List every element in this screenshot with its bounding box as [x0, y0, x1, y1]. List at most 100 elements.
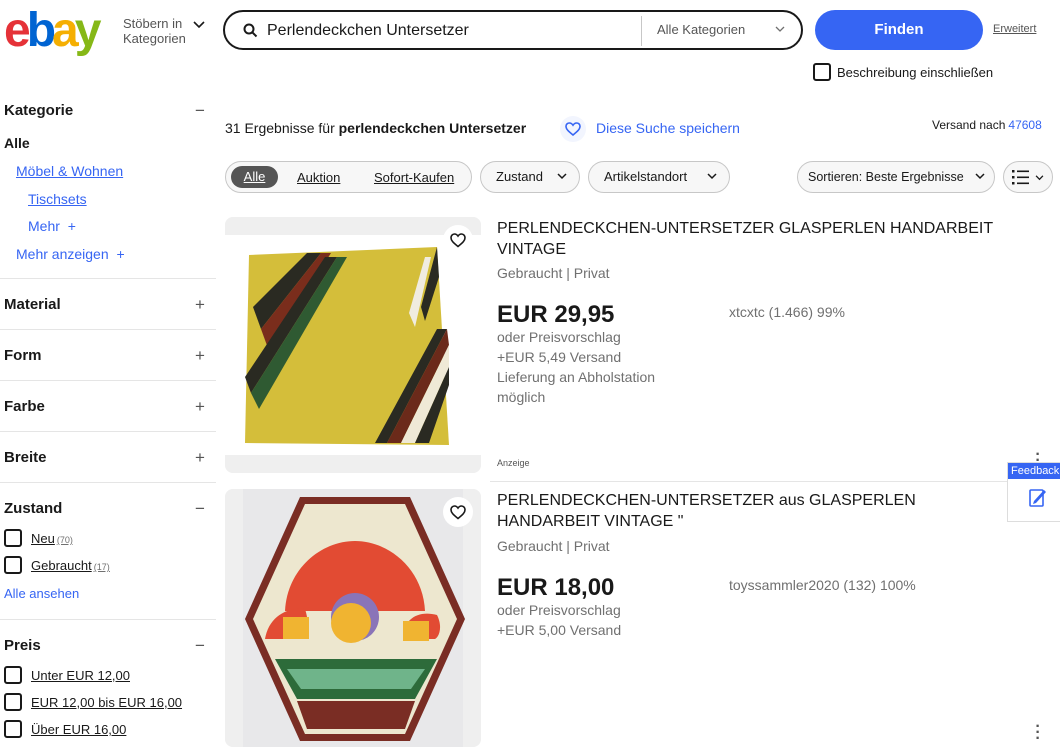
more-options-icon[interactable]: ··· — [1033, 719, 1043, 747]
item-title[interactable]: PERLENDECKCHEN-UNTERSETZER aus GLASPERLE… — [497, 490, 1017, 532]
price-section-title[interactable]: Preis — [4, 637, 41, 654]
feedback-widget[interactable]: Feedback — [1007, 462, 1060, 522]
item-condition: Gebraucht | Privat — [497, 538, 610, 554]
expand-icon[interactable]: + — [195, 295, 205, 315]
sidebar-filters: Kategorie − Alle Möbel & Wohnen Tischset… — [0, 90, 216, 750]
collapse-icon[interactable]: − — [195, 499, 205, 519]
sort-label: Sortieren: Beste Ergebnisse — [808, 170, 964, 184]
category-section-title[interactable]: Kategorie — [4, 102, 73, 119]
condition-filter-button[interactable]: Zustand — [480, 161, 580, 193]
category-all: Alle — [4, 135, 30, 151]
category-more-label: Mehr — [28, 218, 60, 234]
browse-label-line2: Kategorien — [123, 31, 186, 46]
include-description-checkbox[interactable] — [813, 63, 831, 81]
seller-info: toyssammler2020 (132) 100% — [729, 577, 916, 593]
item-image[interactable] — [225, 489, 481, 747]
item-shipping: +EUR 5,49 Versand — [497, 349, 622, 365]
expand-icon[interactable]: + — [195, 448, 205, 468]
item-price: EUR 18,00 — [497, 574, 615, 601]
format-tabs: Alle Auktion Sofort-Kaufen — [225, 161, 472, 193]
svg-text:ebay: ebay — [4, 4, 102, 56]
tab-auction[interactable]: Auktion — [297, 170, 340, 185]
category-select[interactable]: Alle Kategorien — [657, 22, 745, 37]
plus-icon: + — [67, 218, 76, 234]
sponsored-label: Anzeige — [497, 458, 530, 468]
heart-icon — [560, 116, 586, 142]
item-delivery: Lieferung an Abholstation möglich — [497, 369, 656, 405]
expand-icon[interactable]: + — [195, 397, 205, 417]
condition-used-checkbox[interactable] — [4, 556, 22, 574]
item-image[interactable] — [225, 217, 481, 473]
tab-all[interactable]: Alle — [231, 166, 278, 188]
item-offer: oder Preisvorschlag — [497, 602, 621, 618]
material-section-title[interactable]: Material — [4, 296, 61, 313]
find-button[interactable]: Finden — [815, 10, 983, 50]
sort-button[interactable]: Sortieren: Beste Ergebnisse — [797, 161, 995, 193]
chevron-down-icon — [1035, 175, 1044, 181]
divider — [0, 431, 216, 432]
category-moebel-wohnen[interactable]: Möbel & Wohnen — [16, 163, 123, 179]
header: ebay Stöbern in Kategorien Alle Kategori… — [0, 0, 1060, 90]
chevron-down-icon[interactable] — [193, 21, 205, 29]
plus-icon: + — [116, 246, 125, 262]
condition-filter-label: Zustand — [496, 169, 543, 184]
condition-new-checkbox[interactable] — [4, 529, 22, 547]
result-count-text: 31 Ergebnisse für — [225, 120, 335, 136]
condition-used-option[interactable]: Gebraucht (17) — [31, 558, 110, 573]
search-input[interactable] — [267, 20, 637, 42]
browse-categories[interactable]: Stöbern in Kategorien — [123, 16, 186, 46]
price-range-checkbox[interactable] — [4, 693, 22, 711]
item-title[interactable]: PERLENDECKCHEN-UNTERSETZER GLASPERLEN HA… — [497, 218, 1017, 260]
browse-label-line1: Stöbern in — [123, 16, 183, 31]
price-over-checkbox[interactable] — [4, 720, 22, 738]
save-search-label: Diese Suche speichern — [596, 120, 740, 136]
category-more-link[interactable]: Mehr + — [28, 218, 76, 234]
product-photo-beaded-coaster-mushroom — [225, 489, 481, 747]
category-tischsets[interactable]: Tischsets — [28, 191, 87, 207]
product-photo-beaded-coaster-yellow — [225, 217, 481, 473]
ship-to[interactable]: Versand nach 47608 — [932, 118, 1042, 132]
result-count: 31 Ergebnisse für perlendeckchen Unterse… — [225, 120, 526, 136]
collapse-icon[interactable]: − — [195, 101, 205, 121]
watch-button[interactable] — [443, 497, 473, 527]
option-label: Gebraucht — [31, 558, 92, 573]
list-view-icon — [1012, 170, 1029, 185]
location-filter-label: Artikelstandort — [604, 169, 688, 184]
result-query: perlendeckchen Untersetzer — [338, 120, 527, 136]
collapse-icon[interactable]: − — [195, 636, 205, 656]
show-more-link[interactable]: Mehr anzeigen + — [16, 246, 125, 262]
item-price: EUR 29,95 — [497, 301, 615, 328]
condition-section-title[interactable]: Zustand — [4, 500, 62, 517]
item-offer: oder Preisvorschlag — [497, 329, 621, 345]
divider — [0, 278, 216, 279]
option-label: Neu — [31, 531, 55, 546]
chevron-down-icon[interactable] — [775, 26, 785, 33]
condition-new-option[interactable]: Neu (70) — [31, 531, 73, 546]
form-section-title[interactable]: Form — [4, 347, 42, 364]
price-range-option[interactable]: EUR 12,00 bis EUR 16,00 — [31, 695, 182, 710]
include-description-label[interactable]: Beschreibung einschließen — [837, 65, 993, 80]
view-toggle-button[interactable] — [1003, 161, 1053, 193]
price-under-option[interactable]: Unter EUR 12,00 — [31, 668, 130, 683]
tab-buy-now[interactable]: Sofort-Kaufen — [374, 170, 454, 185]
price-over-option[interactable]: Über EUR 16,00 — [31, 722, 126, 737]
advanced-search-link[interactable]: Erweitert — [993, 23, 1036, 35]
option-count: (70) — [56, 535, 73, 545]
location-filter-button[interactable]: Artikelstandort — [588, 161, 730, 193]
see-all-conditions-link[interactable]: Alle ansehen — [4, 586, 79, 601]
feedback-edit-icon — [1029, 489, 1046, 507]
divider — [490, 481, 1060, 482]
ebay-logo[interactable]: ebay — [4, 4, 122, 56]
seller-info: xtcxtc (1.466) 99% — [729, 304, 845, 320]
ship-to-label: Versand nach — [932, 118, 1006, 132]
price-under-checkbox[interactable] — [4, 666, 22, 684]
expand-icon[interactable]: + — [195, 346, 205, 366]
color-section-title[interactable]: Farbe — [4, 398, 45, 415]
show-more-label: Mehr anzeigen — [16, 246, 109, 262]
search-icon — [243, 23, 258, 38]
divider — [0, 482, 216, 483]
watch-button[interactable] — [443, 225, 473, 255]
option-count: (17) — [93, 562, 110, 572]
width-section-title[interactable]: Breite — [4, 449, 47, 466]
ship-to-zip[interactable]: 47608 — [1008, 118, 1041, 132]
